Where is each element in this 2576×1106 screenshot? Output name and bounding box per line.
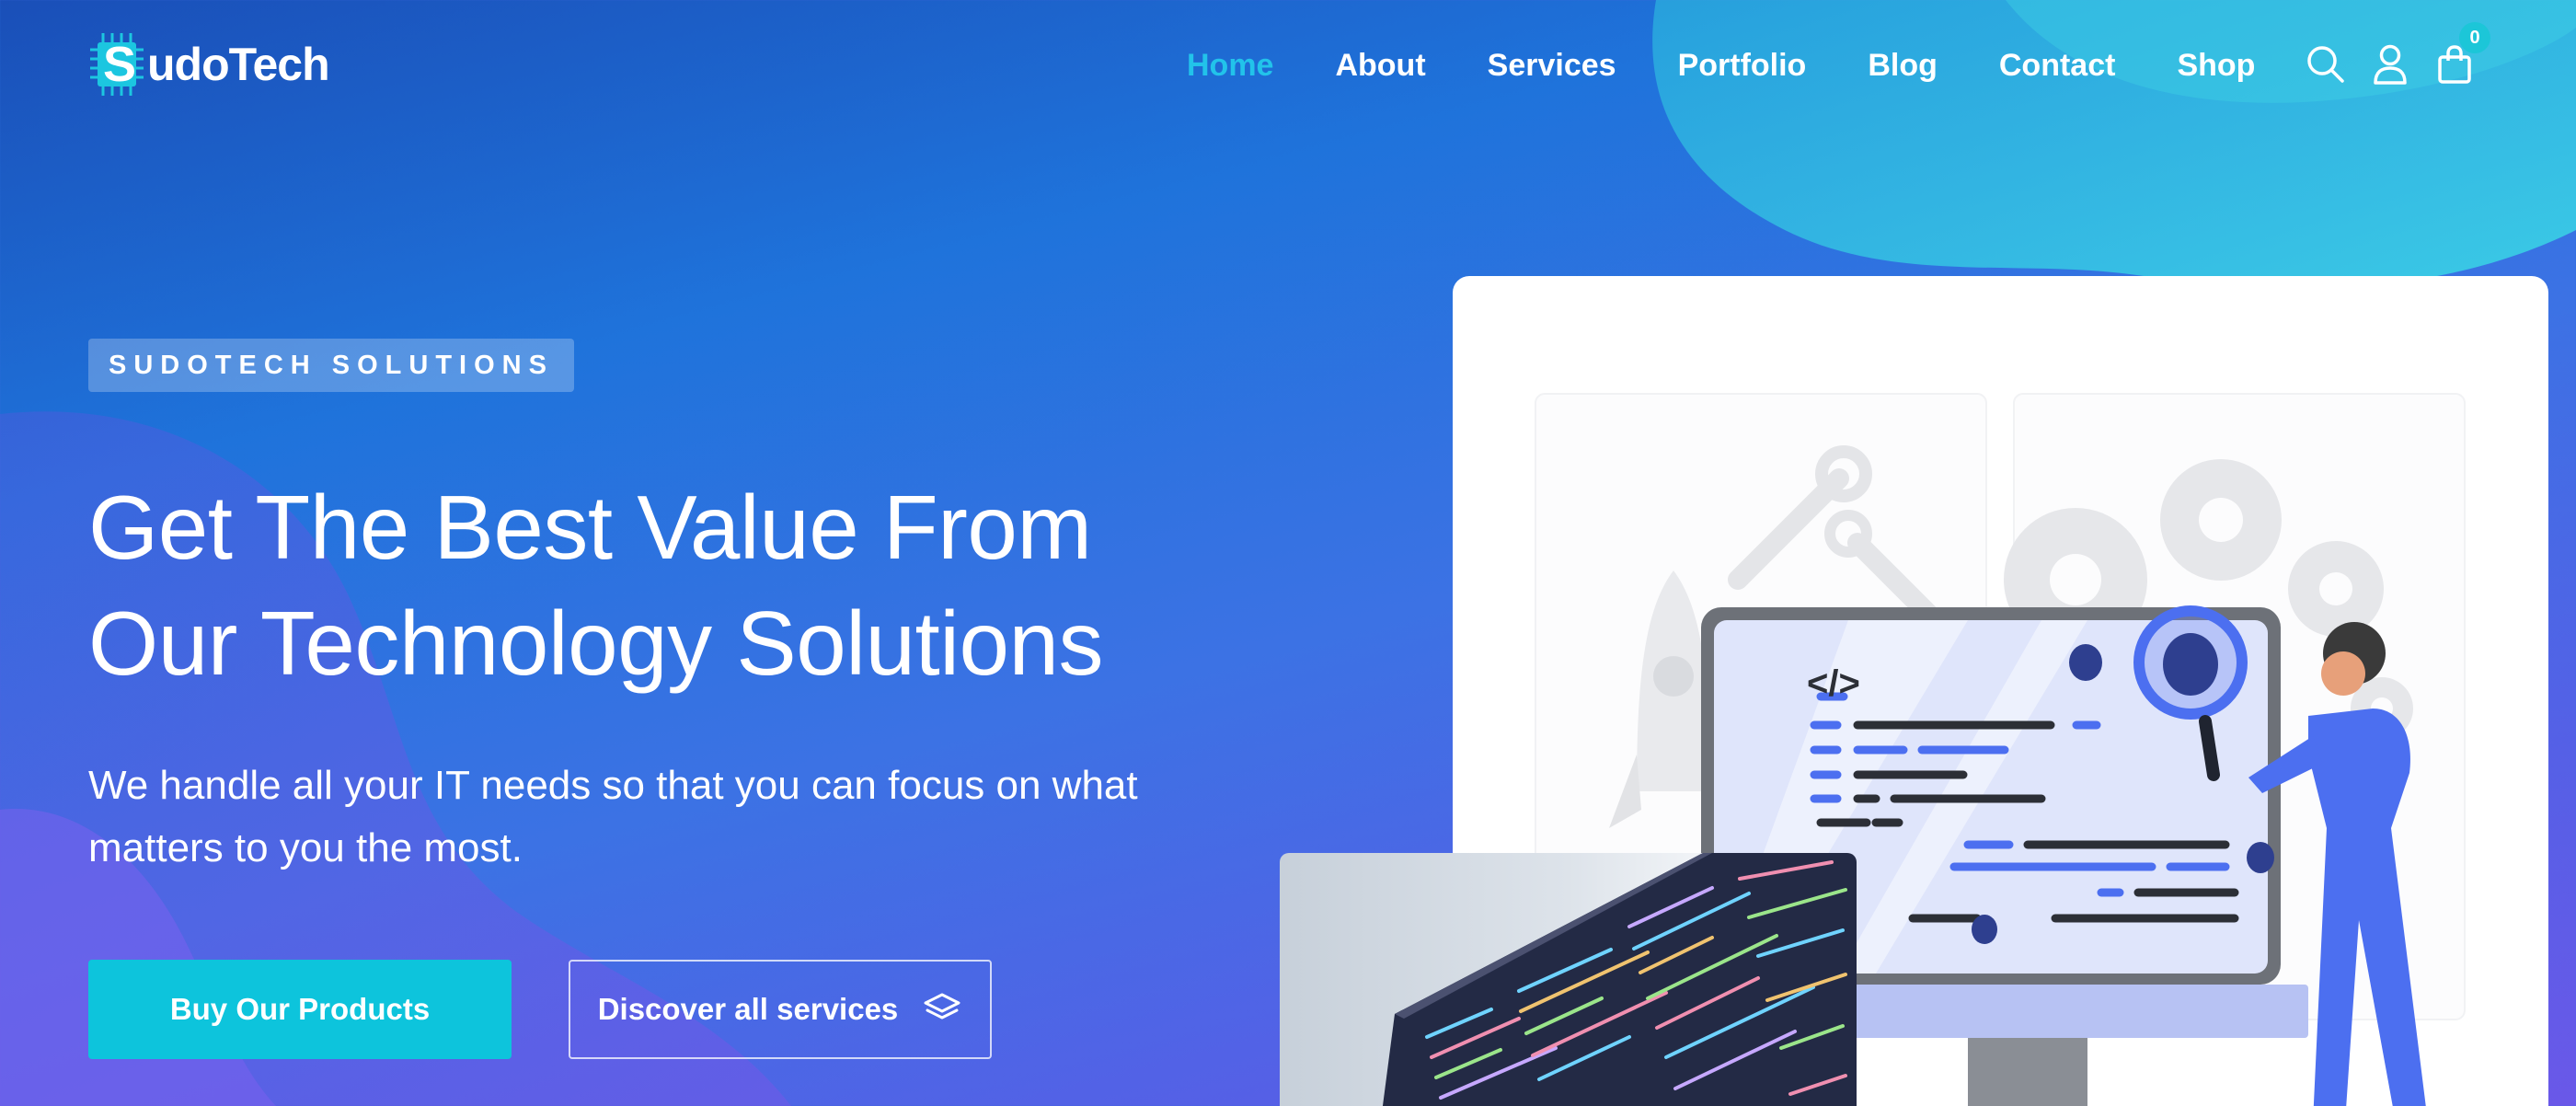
brand-logo[interactable]: S udoTech xyxy=(88,31,330,98)
main-nav: Home About Services Portfolio Blog Conta… xyxy=(1187,39,2317,92)
logo-letter: S xyxy=(102,37,137,92)
nav-item-blog[interactable]: Blog xyxy=(1868,39,1938,92)
nav-item-contact[interactable]: Contact xyxy=(1999,39,2116,92)
nav-item-about[interactable]: About xyxy=(1335,39,1425,92)
discover-services-button[interactable]: Discover all services xyxy=(569,960,992,1059)
cart-count-badge: 0 xyxy=(2459,22,2490,53)
hero-headline-line-2: Our Technology Solutions xyxy=(88,593,1104,694)
shopping-bag-icon[interactable]: 0 xyxy=(2433,22,2490,88)
nav-item-portfolio[interactable]: Portfolio xyxy=(1678,39,1807,92)
hero-tagline: SUDOTECH SOLUTIONS xyxy=(88,339,574,392)
layers-icon xyxy=(924,993,960,1020)
user-icon[interactable] xyxy=(2369,40,2411,88)
discover-services-label: Discover all services xyxy=(597,992,899,1026)
nav-item-shop[interactable]: Shop xyxy=(2177,39,2255,92)
search-icon[interactable] xyxy=(2305,40,2347,88)
site-header: S udoTech Home About Services Portfolio … xyxy=(0,0,2576,138)
nav-item-services[interactable]: Services xyxy=(1488,39,1616,92)
hero-headline: Get The Best Value From Our Technology S… xyxy=(88,469,1284,701)
chip-logo-icon: S xyxy=(88,31,151,98)
code-screen-photo xyxy=(1280,853,1857,1106)
monitor-code-photo xyxy=(1280,853,1857,1106)
brand-name: udoTech xyxy=(147,39,330,90)
hero-subtext: We handle all your IT needs so that you … xyxy=(88,763,1138,870)
header-actions: 0 xyxy=(2305,22,2498,88)
hero-headline-line-1: Get The Best Value From xyxy=(88,477,1092,578)
buy-products-button[interactable]: Buy Our Products xyxy=(88,960,512,1059)
code-tag-text: </> xyxy=(1807,663,1860,704)
nav-item-home[interactable]: Home xyxy=(1187,39,1273,92)
